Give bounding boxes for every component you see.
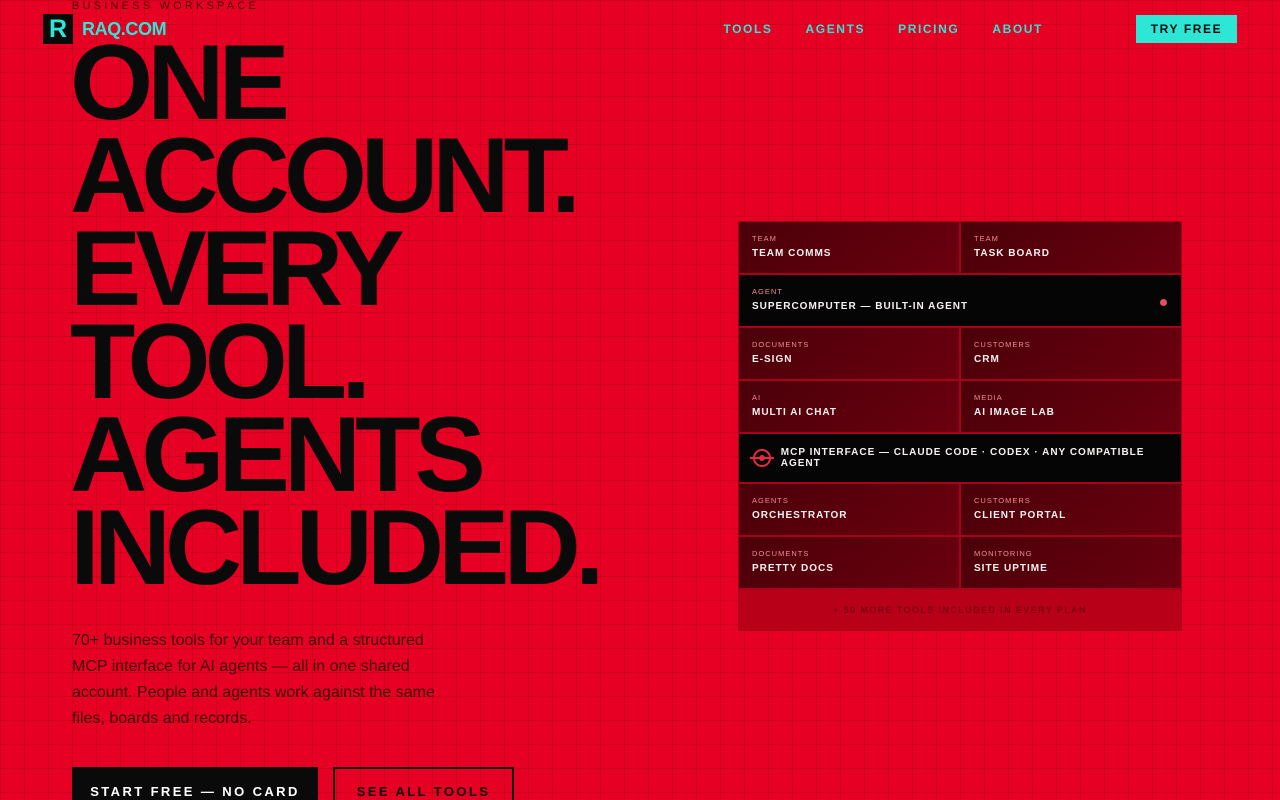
crosshair-icon bbox=[750, 449, 774, 467]
tool-card-supercomputer-agent[interactable]: AGENT SUPERCOMPUTER — BUILT-IN AGENT bbox=[739, 275, 1181, 326]
main-nav: TOOLS AGENTS PRICING ABOUT bbox=[723, 22, 1043, 36]
nav-pricing[interactable]: PRICING bbox=[898, 22, 959, 36]
mcp-interface-card[interactable]: MCP INTERFACE — CLAUDE CODE · CODEX · AN… bbox=[739, 434, 1181, 482]
tool-name: ORCHESTRATOR bbox=[752, 510, 848, 521]
hero-title-line: INCLUDED. bbox=[70, 487, 605, 607]
tool-name: CLIENT PORTAL bbox=[974, 510, 1067, 521]
tool-card-multi-ai-chat[interactable]: AI MULTI AI CHAT bbox=[739, 381, 959, 432]
tool-card-task-board[interactable]: TEAM TASK BOARD bbox=[961, 222, 1181, 273]
try-free-button[interactable]: TRY FREE bbox=[1136, 15, 1237, 43]
mcp-interface-label: MCP INTERFACE — CLAUDE CODE · CODEX · AN… bbox=[780, 447, 1145, 469]
hero-description: 70+ business tools for your team and a s… bbox=[72, 632, 435, 727]
nav-tools[interactable]: TOOLS bbox=[723, 22, 772, 36]
tool-category: MONITORING bbox=[974, 549, 1033, 558]
tool-category: CUSTOMERS bbox=[974, 340, 1031, 349]
tool-category: TEAM bbox=[752, 234, 777, 243]
tool-category: DOCUMENTS bbox=[752, 549, 810, 558]
tool-card-crm[interactable]: CUSTOMERS CRM bbox=[961, 328, 1181, 379]
nav-about[interactable]: ABOUT bbox=[992, 22, 1043, 36]
tool-name: SITE UPTIME bbox=[974, 563, 1048, 574]
tool-category: AI bbox=[752, 393, 762, 402]
tool-name: E-SIGN bbox=[752, 354, 793, 365]
tool-category: AGENT bbox=[752, 287, 783, 296]
tool-category: AGENTS bbox=[752, 496, 789, 505]
tool-card-orchestrator[interactable]: AGENTS ORCHESTRATOR bbox=[739, 484, 959, 535]
tools-grid: TEAM TEAM COMMS TEAM TASK BOARD AGENT SU… bbox=[738, 221, 1182, 631]
tool-name: MULTI AI CHAT bbox=[752, 407, 838, 418]
hero-title: ONE ACCOUNT. EVERY TOOL. AGENTS INCLUDED… bbox=[70, 29, 605, 607]
start-free-button[interactable]: START FREE — NO CARD bbox=[72, 767, 318, 800]
tool-category: CUSTOMERS bbox=[974, 496, 1031, 505]
eyebrow-label: BUSINESS WORKSPACE bbox=[72, 0, 259, 12]
tool-category: TEAM bbox=[974, 234, 999, 243]
tool-card-ai-image-lab[interactable]: MEDIA AI IMAGE LAB bbox=[961, 381, 1181, 432]
more-tools-link[interactable]: + 50 MORE TOOLS INCLUDED IN EVERY PLAN bbox=[739, 590, 1181, 630]
tool-name: AI IMAGE LAB bbox=[974, 407, 1055, 418]
tool-name: TEAM COMMS bbox=[752, 248, 832, 259]
tool-category: MEDIA bbox=[974, 393, 1003, 402]
status-dot-icon bbox=[1160, 299, 1167, 306]
tool-name: CRM bbox=[974, 354, 1000, 365]
tool-card-client-portal[interactable]: CUSTOMERS CLIENT PORTAL bbox=[961, 484, 1181, 535]
tool-card-pretty-docs[interactable]: DOCUMENTS PRETTY DOCS bbox=[739, 537, 959, 588]
nav-agents[interactable]: AGENTS bbox=[806, 22, 866, 36]
tool-name: PRETTY DOCS bbox=[752, 563, 834, 574]
tool-category: DOCUMENTS bbox=[752, 340, 810, 349]
see-all-tools-button[interactable]: SEE ALL TOOLS bbox=[333, 767, 514, 800]
tool-card-team-comms[interactable]: TEAM TEAM COMMS bbox=[739, 222, 959, 273]
tool-name: SUPERCOMPUTER — BUILT-IN AGENT bbox=[752, 301, 969, 312]
tool-name: TASK BOARD bbox=[974, 248, 1050, 259]
logo-mark-icon: R bbox=[43, 14, 73, 44]
tool-card-e-sign[interactable]: DOCUMENTS E-SIGN bbox=[739, 328, 959, 379]
tool-card-site-uptime[interactable]: MONITORING SITE UPTIME bbox=[961, 537, 1181, 588]
